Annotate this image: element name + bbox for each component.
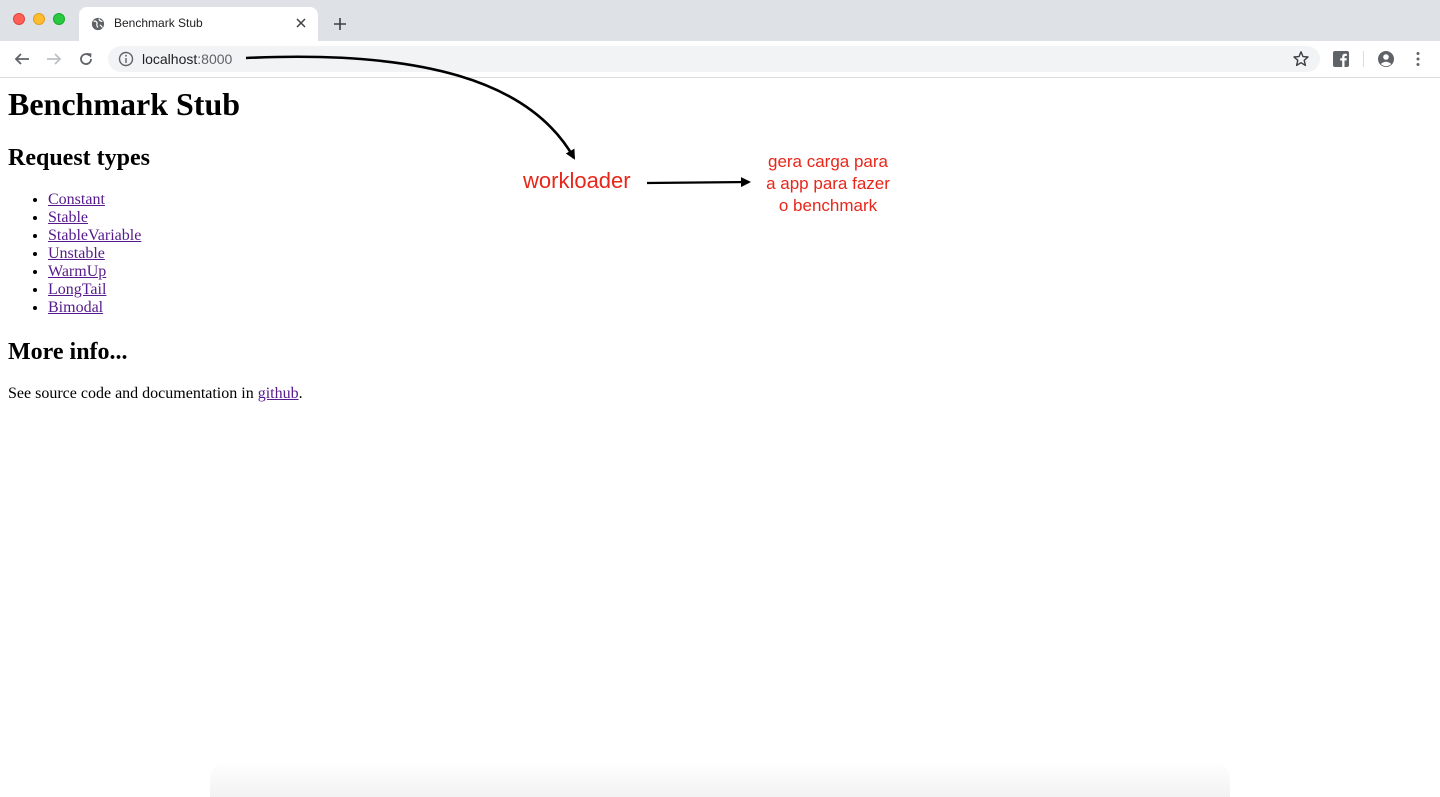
list-item: Unstable <box>48 245 141 263</box>
workloader-description-annotation: gera carga para a app para fazer o bench… <box>766 152 890 215</box>
menu-kebab-icon[interactable] <box>1409 50 1427 68</box>
list-item: LongTail <box>48 281 141 299</box>
request-type-link-warmup[interactable]: WarmUp <box>48 263 106 280</box>
list-item: StableVariable <box>48 227 141 245</box>
back-arrow-icon[interactable] <box>12 49 32 69</box>
request-type-link-constant[interactable]: Constant <box>48 191 105 208</box>
more-info-heading: More info... <box>8 339 128 365</box>
forward-arrow-icon[interactable] <box>44 49 64 69</box>
workloader-annotation-label: workloader <box>523 168 631 193</box>
url-text[interactable]: localhost:8000 <box>142 51 232 67</box>
request-type-link-bimodal[interactable]: Bimodal <box>48 299 103 316</box>
request-types-list: Constant Stable StableVariable Unstable … <box>8 191 141 317</box>
tab-close-icon[interactable] <box>292 14 310 32</box>
browser-titlebar: Benchmark Stub <box>0 0 1440 41</box>
list-item: WarmUp <box>48 263 141 281</box>
bookmark-star-icon[interactable] <box>1292 50 1310 68</box>
tab-title: Benchmark Stub <box>114 16 203 30</box>
new-tab-button[interactable] <box>330 14 350 34</box>
info-icon[interactable] <box>118 51 134 67</box>
address-bar[interactable]: localhost:8000 <box>108 46 1320 72</box>
page-content: Benchmark Stub Request types Constant St… <box>0 78 1440 797</box>
list-item: Stable <box>48 209 141 227</box>
bottom-shadow <box>210 760 1230 797</box>
window-maximize-button[interactable] <box>53 13 65 25</box>
window-minimize-button[interactable] <box>33 13 45 25</box>
request-types-heading: Request types <box>8 145 150 171</box>
globe-icon <box>91 17 105 31</box>
reload-icon[interactable] <box>76 49 96 69</box>
facebook-extension-icon[interactable] <box>1332 50 1350 68</box>
browser-toolbar: localhost:8000 <box>0 41 1440 78</box>
toolbar-separator <box>1363 51 1364 67</box>
browser-tab[interactable]: Benchmark Stub <box>79 7 318 41</box>
list-item: Bimodal <box>48 299 141 317</box>
github-link[interactable]: github <box>258 385 299 402</box>
page-title: Benchmark Stub <box>8 86 241 122</box>
request-type-link-unstable[interactable]: Unstable <box>48 245 105 262</box>
window-close-button[interactable] <box>13 13 25 25</box>
request-type-link-stable[interactable]: Stable <box>48 209 88 226</box>
list-item: Constant <box>48 191 141 209</box>
request-type-link-longtail[interactable]: LongTail <box>48 281 106 298</box>
profile-avatar-icon[interactable] <box>1377 50 1395 68</box>
request-type-link-stablevariable[interactable]: StableVariable <box>48 227 141 244</box>
info-paragraph: See source code and documentation in git… <box>8 385 303 402</box>
